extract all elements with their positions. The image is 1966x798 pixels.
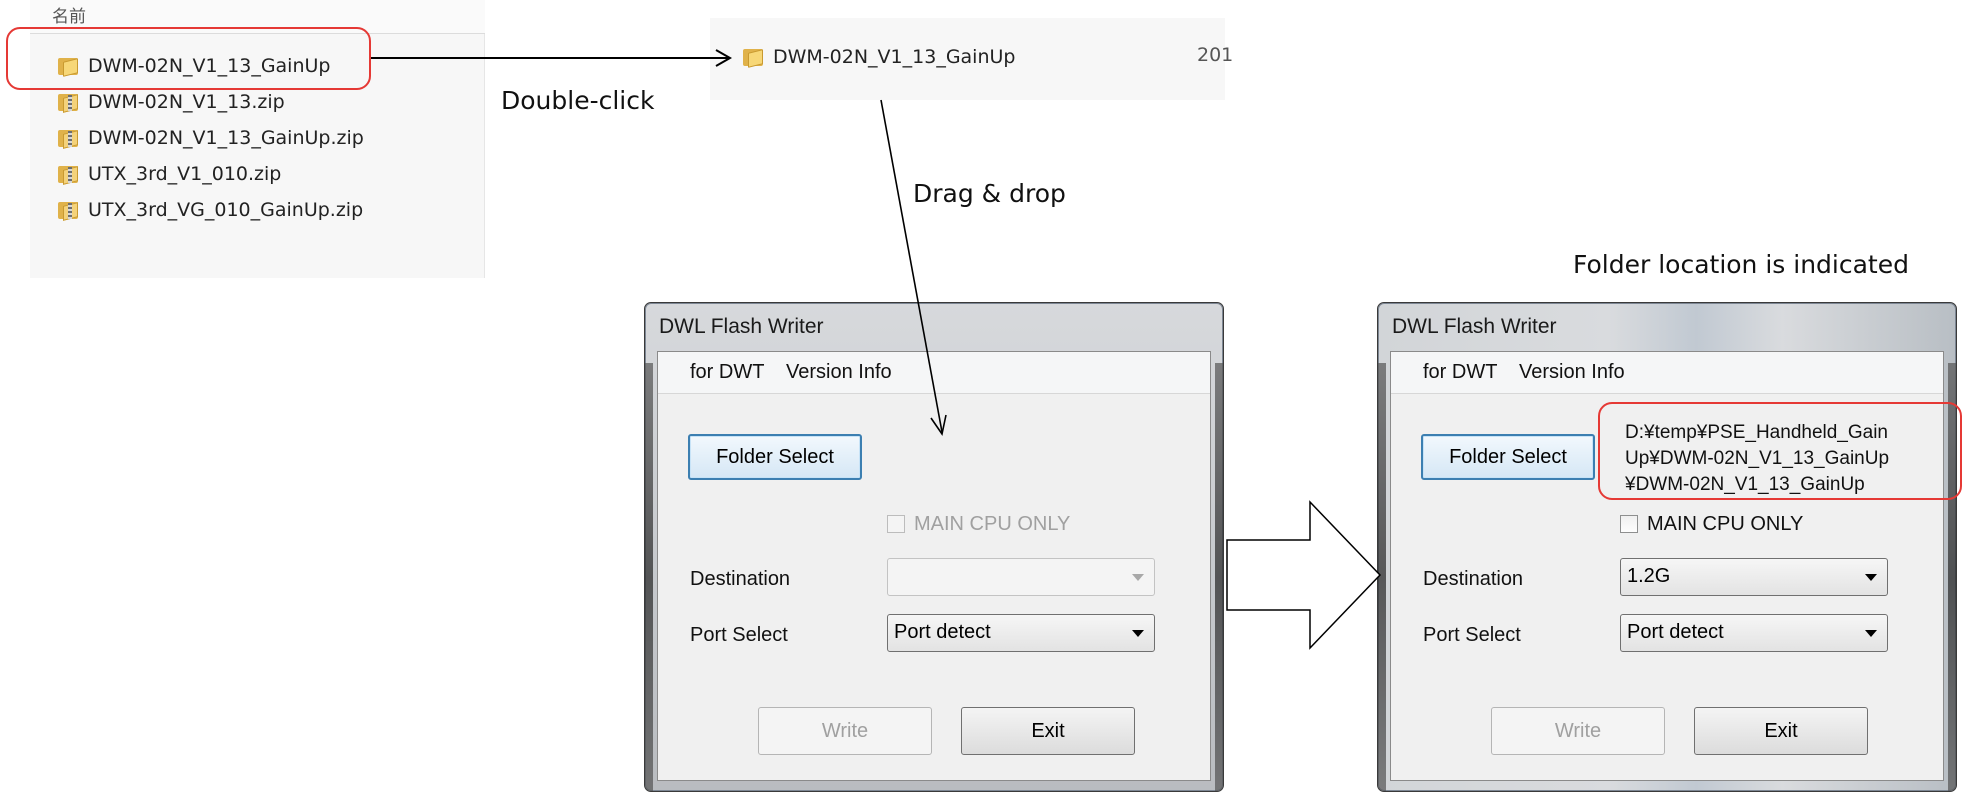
- transition-arrow-icon: [1226, 500, 1382, 650]
- annotation-arrows: [371, 49, 1382, 650]
- drag-drop-arrow-line: [880, 99, 943, 433]
- drag-drop-arrowhead: [930, 414, 947, 436]
